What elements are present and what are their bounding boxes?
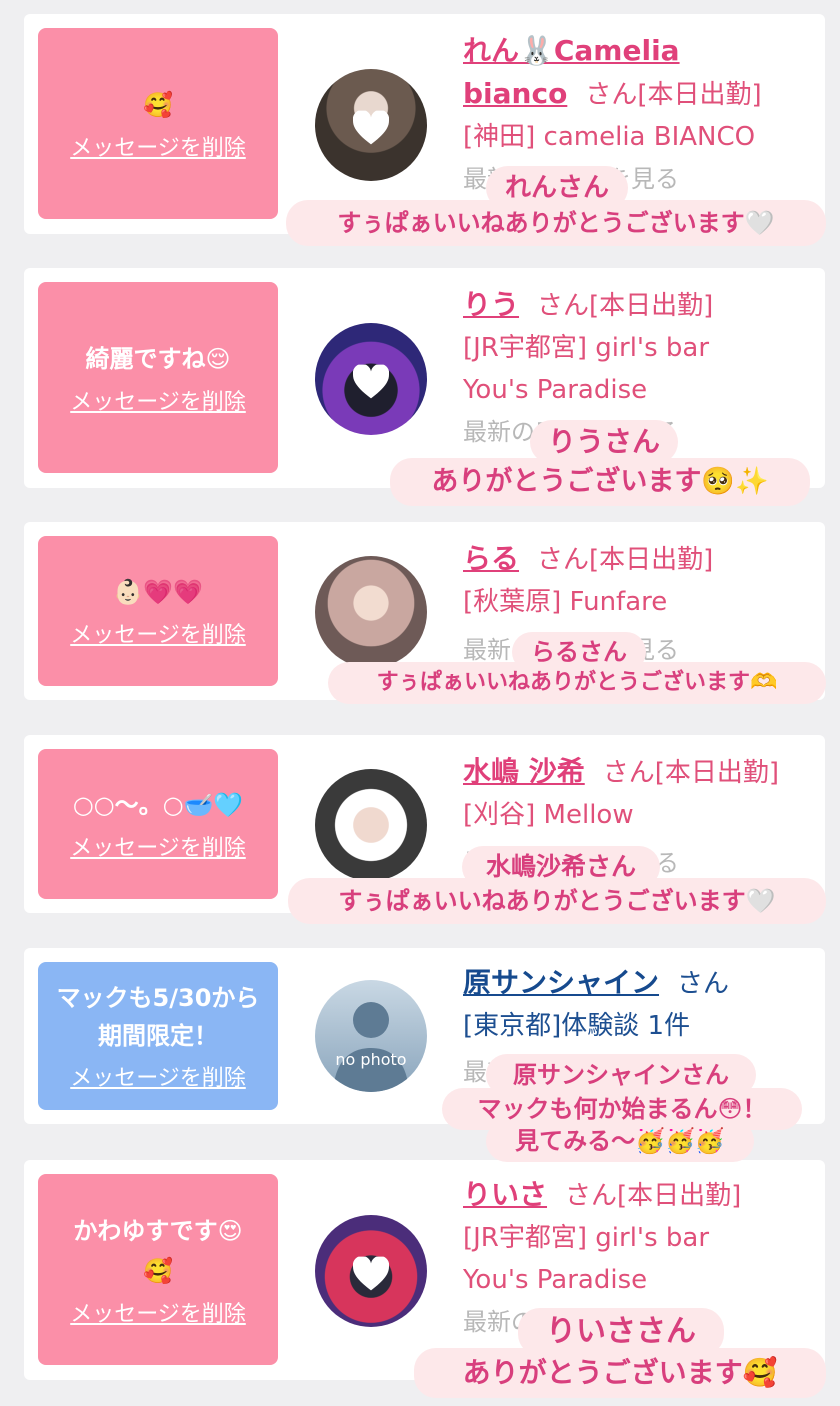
shop-name[interactable]: [秋葉原] Funfare	[463, 581, 823, 623]
profile-name[interactable]: 原サンシャイン	[463, 966, 659, 999]
message-bubble: 👶🏻💗💗 メッセージを削除	[38, 536, 278, 686]
message-bubble: マックも5/30から期間限定！ メッセージを削除	[38, 962, 278, 1110]
profile-name[interactable]: りいさ	[463, 1178, 547, 1211]
sticker-text-cont: 見てみる〜🥳🥳🥳	[486, 1120, 754, 1162]
profile-name[interactable]: 水嶋 沙希	[463, 755, 585, 788]
avatar[interactable]	[315, 323, 427, 435]
message-bubble: かわゆすです😍 🥰 メッセージを削除	[38, 1174, 278, 1365]
profile-suffix: さん	[677, 969, 730, 999]
message-text-line1: かわゆすです😍	[73, 1216, 243, 1245]
avatar[interactable]: no photo	[315, 980, 427, 1092]
sticker-text: すぅぱぁいいねありがとうございます🤍	[286, 200, 826, 246]
profile-name-cont[interactable]: bianco	[463, 77, 567, 110]
message-text: 👶🏻💗💗	[113, 578, 203, 606]
message-card: 綺麗ですね😌 メッセージを削除 りう さん[本日出勤] [JR宇都宮] girl'…	[24, 268, 825, 488]
no-photo-silhouette-icon	[333, 1002, 409, 1092]
profile-suffix: さん[本日出勤]	[602, 758, 780, 788]
message-text: ○○︎︎〜。○🥣🩵	[72, 791, 244, 819]
message-text: マックも5/30から期間限定！	[56, 984, 260, 1050]
delete-message-link[interactable]: メッセージを削除	[70, 835, 246, 863]
profile-suffix: さん[本日出勤]	[537, 545, 714, 575]
profile-name[interactable]: らる	[463, 542, 519, 575]
sticker-text: すぅぱぁいいねありがとうございます🤍	[288, 878, 826, 924]
profile-suffix: さん[本日出勤]	[537, 291, 714, 321]
delete-message-link[interactable]: メッセージを削除	[70, 622, 246, 650]
avatar[interactable]	[315, 1215, 427, 1327]
sticker-text: すぅぱぁいいねありがとうございます🫶	[328, 662, 826, 704]
message-bubble: 🥰 メッセージを削除	[38, 28, 278, 219]
shop-name[interactable]: [刈谷] Mellow	[463, 794, 823, 836]
sticker-text: ありがとうございます🥰	[414, 1348, 826, 1398]
delete-message-link[interactable]: メッセージを削除	[70, 135, 246, 163]
profile-name[interactable]: りう	[463, 288, 519, 321]
no-photo-label: no photo	[335, 1050, 407, 1069]
heart-icon	[353, 364, 389, 399]
message-bubble: 綺麗ですね😌 メッセージを削除	[38, 282, 278, 473]
profile-name[interactable]: れん🐰Camelia	[463, 34, 680, 67]
sticker-text: ありがとうございます🥺✨	[390, 458, 810, 506]
avatar[interactable]	[315, 69, 427, 181]
delete-message-link[interactable]: メッセージを削除	[70, 389, 246, 417]
avatar[interactable]	[315, 556, 427, 668]
shop-name[interactable]: [東京都]体験談 1件	[463, 1005, 823, 1047]
shop-name[interactable]: [神田] camelia BIANCO	[463, 116, 823, 158]
message-text: 綺麗ですね😌	[85, 344, 231, 373]
avatar[interactable]	[315, 769, 427, 881]
shop-name-cont[interactable]: You's Paradise	[463, 1259, 823, 1301]
message-text: 🥰	[143, 90, 173, 119]
heart-icon	[353, 110, 389, 145]
heart-icon	[353, 1256, 389, 1291]
delete-message-link[interactable]: メッセージを削除	[70, 1065, 246, 1093]
delete-message-link[interactable]: メッセージを削除	[70, 1301, 246, 1329]
shop-name-cont[interactable]: You's Paradise	[463, 369, 823, 411]
shop-name[interactable]: [JR宇都宮] girl's bar	[463, 1217, 823, 1259]
message-text: かわゆすです😍 🥰	[59, 1211, 256, 1291]
shop-name[interactable]: [JR宇都宮] girl's bar	[463, 327, 823, 369]
profile-suffix: さん[本日出勤]	[565, 1181, 742, 1211]
profile-suffix: さん[本日出勤]	[585, 80, 762, 110]
message-bubble: ○○︎︎〜。○🥣🩵 メッセージを削除	[38, 749, 278, 899]
message-text-line2: 🥰	[143, 1256, 173, 1285]
